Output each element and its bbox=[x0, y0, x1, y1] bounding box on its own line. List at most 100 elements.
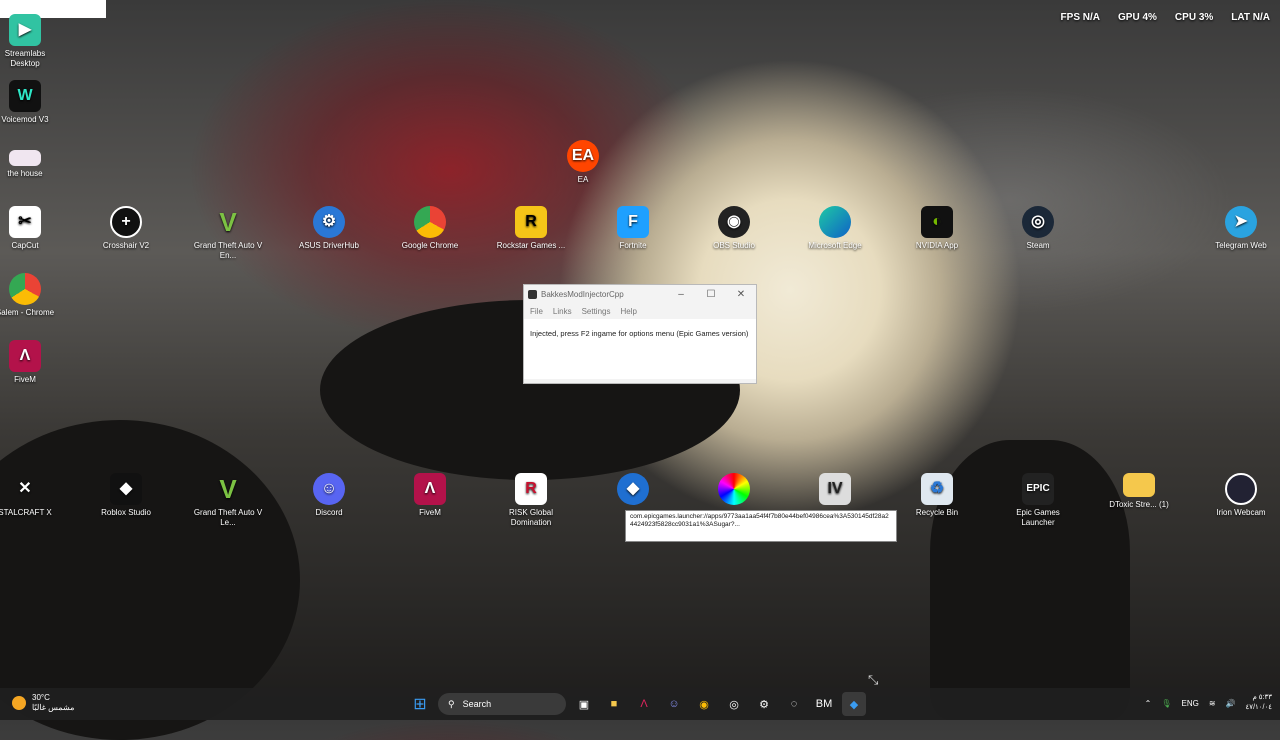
desktop-icon-crosshair[interactable]: + Crosshair V2 bbox=[91, 206, 161, 251]
search-icon: ⚲ bbox=[448, 698, 455, 709]
discord-taskbar-icon[interactable]: ☺ bbox=[662, 692, 686, 716]
rocket-league-icon: ◆ bbox=[617, 473, 649, 505]
desktop-icon-ea[interactable]: EA EA bbox=[548, 140, 618, 185]
maximize-icon[interactable]: ☐ bbox=[696, 289, 726, 300]
clock[interactable]: ٥:٣٣ م ٤٧/١٠/٠٤ bbox=[1246, 693, 1272, 713]
iv-icon: IV bbox=[819, 473, 851, 505]
desktop-icon-gta1[interactable]: V Grand Theft Auto V En... bbox=[193, 206, 263, 261]
desktop-icon-capcut[interactable]: ✂ CapCut bbox=[0, 206, 60, 251]
gpu-value: 4% bbox=[1142, 12, 1157, 23]
lat-value: N/A bbox=[1252, 12, 1270, 23]
desktop-icon-color-app[interactable] bbox=[699, 473, 769, 508]
desktop-icon-edge[interactable]: Microsoft Edge bbox=[800, 206, 870, 251]
discord-icon: ☺ bbox=[313, 473, 345, 505]
desktop-icon-fivem2[interactable]: Λ FiveM bbox=[395, 473, 465, 518]
menu-settings[interactable]: Settings bbox=[582, 307, 611, 316]
gta-icon: V bbox=[219, 207, 237, 237]
voicemod-icon: W bbox=[9, 80, 41, 112]
desktop-icon-streamlabs[interactable]: ▶ Streamlabs Desktop bbox=[0, 14, 60, 69]
minimize-icon[interactable]: – bbox=[666, 289, 696, 300]
desktop-icon-telegram[interactable]: ➤ Telegram Web bbox=[1206, 206, 1276, 251]
folder-icon bbox=[1123, 473, 1155, 497]
weather-temp: 30°C bbox=[32, 693, 50, 702]
language-indicator[interactable]: ENG bbox=[1182, 699, 1199, 708]
system-tray: ⌃ 🎙 ENG ≋ 🔊 ٥:٣٣ م ٤٧/١٠/٠٤ bbox=[1145, 693, 1272, 713]
fps-value: N/A bbox=[1082, 12, 1101, 23]
chrome-taskbar-icon[interactable]: ◉ bbox=[692, 692, 716, 716]
fivem-icon: Λ bbox=[9, 340, 41, 372]
desktop-icon-thehouse[interactable]: the house bbox=[0, 150, 60, 179]
desktop-icon-steam[interactable]: ◎ Steam bbox=[1003, 206, 1073, 251]
sun-icon bbox=[12, 696, 26, 710]
window-menubar: File Links Settings Help bbox=[524, 303, 756, 319]
menu-links[interactable]: Links bbox=[553, 307, 572, 316]
desktop-icon-fortnite[interactable]: F Fortnite bbox=[598, 206, 668, 251]
steam-icon: ◎ bbox=[1022, 206, 1054, 238]
microphone-icon[interactable]: 🎙 bbox=[1161, 699, 1171, 708]
desktop-icon-roblox[interactable]: ◆ Roblox Studio bbox=[91, 473, 161, 518]
menu-help[interactable]: Help bbox=[620, 307, 636, 316]
file-explorer-icon[interactable]: ■ bbox=[602, 692, 626, 716]
weather-widget[interactable]: 30°C مشمس غالبًا bbox=[12, 693, 74, 713]
menu-file[interactable]: File bbox=[530, 307, 543, 316]
bakkesmod-window[interactable]: BakkesModInjectorCpp – ☐ ✕ File Links Se… bbox=[523, 284, 757, 384]
edge-icon bbox=[819, 206, 851, 238]
stalcraft-icon: ✕ bbox=[18, 480, 32, 497]
streamlabs-icon: ▶ bbox=[9, 14, 41, 46]
webcam-icon bbox=[1225, 473, 1257, 505]
mouse-cursor-icon: ⤡ bbox=[868, 672, 879, 687]
crosshair-icon: + bbox=[110, 206, 142, 238]
desktop-icon-irion[interactable]: Irion Webcam bbox=[1206, 473, 1276, 518]
rocket-league-taskbar-icon[interactable]: ◆ bbox=[842, 692, 866, 716]
recycle-bin-icon: ♻ bbox=[921, 473, 953, 505]
settings-taskbar-icon[interactable]: ⚙ bbox=[752, 692, 776, 716]
asus-icon: ⚙ bbox=[313, 206, 345, 238]
close-icon[interactable]: ✕ bbox=[726, 289, 756, 300]
shortcut-tooltip: com.epicgames.launcher://apps/9773aa1aa5… bbox=[625, 510, 897, 542]
chrome-icon bbox=[9, 273, 41, 305]
bakkesmod-icon bbox=[528, 289, 537, 299]
app-taskbar-icon[interactable]: ◌ bbox=[782, 692, 806, 716]
fortnite-icon: F bbox=[617, 206, 649, 238]
capcut-icon: ✂ bbox=[9, 206, 41, 238]
desktop-icon-rocket-league[interactable]: ◆ bbox=[598, 473, 668, 508]
color-wheel-icon bbox=[718, 473, 750, 505]
desktop-icon-obs[interactable]: ◉ OBS Studio bbox=[699, 206, 769, 251]
chrome-icon bbox=[414, 206, 446, 238]
desktop-icon-voicemod[interactable]: W Voicemod V3 bbox=[0, 80, 60, 125]
epic-icon: EPIC bbox=[1022, 473, 1054, 505]
fivem-taskbar-icon[interactable]: Λ bbox=[632, 692, 656, 716]
task-view-icon[interactable]: ▣ bbox=[572, 692, 596, 716]
fivem-icon: Λ bbox=[414, 473, 446, 505]
desktop-icon-epic[interactable]: EPIC Epic Games Launcher bbox=[1003, 473, 1073, 528]
rockstar-icon: R bbox=[515, 206, 547, 238]
steam-taskbar-icon[interactable]: ◎ bbox=[722, 692, 746, 716]
desktop-icon-dtoxic[interactable]: DToxic Stre... (1) bbox=[1104, 473, 1174, 510]
windows-start-icon[interactable]: ⊞ bbox=[408, 692, 432, 716]
desktop-icon-rockstar[interactable]: R Rockstar Games ... bbox=[496, 206, 566, 251]
desktop-icon-fivem-left[interactable]: Λ FiveM bbox=[0, 340, 60, 385]
desktop-icon-chrome[interactable]: Google Chrome bbox=[395, 206, 465, 251]
wifi-icon[interactable]: ≋ bbox=[1209, 699, 1216, 708]
taskbar-search[interactable]: ⚲ Search bbox=[438, 693, 566, 715]
taskbar: 30°C مشمس غالبًا ⊞ ⚲ Search ▣ ■ Λ ☺ ◉ ◎ ⚙ … bbox=[0, 688, 1280, 720]
window-titlebar[interactable]: BakkesModInjectorCpp – ☐ ✕ bbox=[524, 285, 756, 303]
obs-icon: ◉ bbox=[718, 206, 750, 238]
desktop-icon-asus[interactable]: ⚙ ASUS DriverHub bbox=[294, 206, 364, 251]
desktop-icon-stalcraft[interactable]: ✕ STALCRAFT X bbox=[0, 473, 60, 518]
bakkesmod-taskbar-icon[interactable]: BM bbox=[812, 692, 836, 716]
desktop-icon-salem-chrome[interactable]: Salem - Chrome bbox=[0, 273, 60, 318]
desktop-icon-iv[interactable]: IV bbox=[800, 473, 870, 508]
chevron-up-icon[interactable]: ⌃ bbox=[1145, 699, 1152, 708]
desktop-icon-discord[interactable]: ☺ Discord bbox=[294, 473, 364, 518]
risk-icon: R bbox=[515, 473, 547, 505]
volume-icon[interactable]: 🔊 bbox=[1226, 699, 1236, 708]
taskbar-center: ⊞ ⚲ Search ▣ ■ Λ ☺ ◉ ◎ ⚙ ◌ BM ◆ bbox=[408, 692, 866, 716]
desktop-icon-gta2[interactable]: V Grand Theft Auto V Le... bbox=[193, 473, 263, 528]
weather-condition: مشمس غالبًا bbox=[32, 703, 75, 712]
desktop-icon-recycle[interactable]: ♻ Recycle Bin bbox=[902, 473, 972, 518]
performance-overlay: FPS N/A GPU 4% CPU 3% LAT N/A bbox=[1060, 12, 1270, 23]
telegram-icon: ➤ bbox=[1225, 206, 1257, 238]
desktop-icon-nvidia[interactable]: ◐ NVIDIA App bbox=[902, 206, 972, 251]
desktop-icon-risk[interactable]: R RISK Global Domination bbox=[496, 473, 566, 528]
